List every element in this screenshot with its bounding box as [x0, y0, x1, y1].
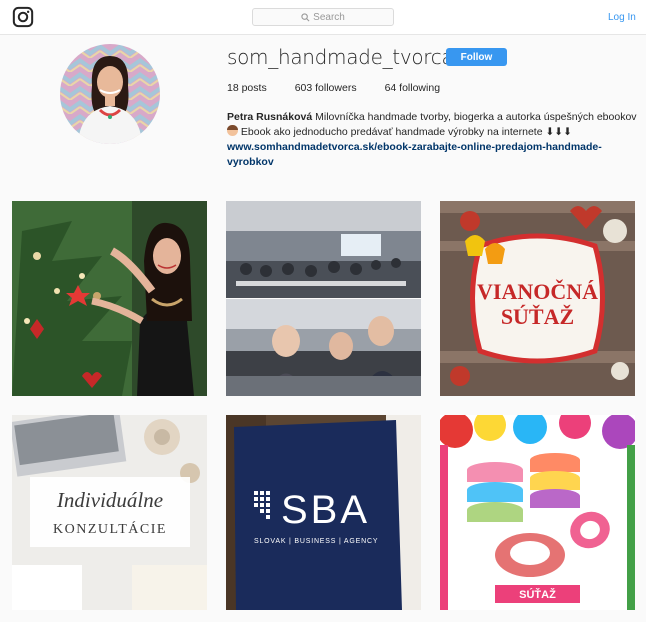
profile-username: som_handmade_tvorca	[227, 45, 454, 69]
woman-emoji-icon	[227, 125, 238, 136]
search-icon	[301, 12, 310, 21]
following-count[interactable]: 64 following	[385, 82, 440, 94]
post-thumbnail-sba[interactable]: SBA SLOVAK | BUSINESS | AGENCY	[226, 415, 421, 610]
website-link-line-1[interactable]: www.somhandmadetvorca.sk/ebook-zarabajte…	[227, 140, 637, 155]
post-thumbnail-consultations[interactable]: Individuálne KONZULTÁCIE	[12, 415, 207, 610]
christmas-contest-graphic: VIANOČNÁ SÚŤAŽ	[440, 201, 635, 396]
profile-stats: 18 posts 603 followers 64 following	[227, 82, 468, 94]
post-thumbnail-conference[interactable]	[226, 201, 421, 396]
website-link-line-2[interactable]: vyrobkov	[227, 155, 637, 170]
website-link[interactable]: www.somhandmadetvorca.sk/ebook-zarabajte…	[227, 140, 637, 170]
follow-button[interactable]: Follow	[446, 48, 507, 66]
bio-line-1: Milovníčka handmade tvorby, biogerka a a…	[312, 111, 637, 123]
search-placeholder: Search	[313, 11, 345, 23]
conference-photo	[226, 201, 421, 396]
followers-count[interactable]: 603 followers	[295, 82, 357, 94]
posts-count: 18 posts	[227, 82, 267, 94]
consultations-subtitle: KONZULTÁCIE	[53, 520, 167, 537]
consultations-title: Individuálne	[56, 488, 163, 512]
instagram-logo-icon[interactable]	[12, 6, 34, 28]
sba-subtitle: SLOVAK | BUSINESS | AGENCY	[254, 538, 378, 545]
search-input[interactable]: Search	[252, 8, 394, 26]
washi-contest-label: SÚŤAŽ	[519, 588, 556, 601]
post-thumbnail-washi-tape-contest[interactable]: SÚŤAŽ	[440, 415, 635, 610]
washi-tape-graphic: SÚŤAŽ	[440, 415, 635, 610]
contest-title-line-1: VIANOČNÁ	[477, 279, 598, 304]
top-navigation-bar: Search Log In	[0, 0, 646, 35]
contest-title-line-2: SÚŤAŽ	[501, 304, 574, 329]
post-thumbnail-christmas-contest[interactable]: VIANOČNÁ SÚŤAŽ	[440, 201, 635, 396]
consultations-graphic: Individuálne KONZULTÁCIE	[12, 415, 207, 610]
christmas-tree-photo	[12, 201, 207, 396]
profile-full-name: Petra Rusnáková	[227, 111, 313, 123]
profile-bio: Petra Rusnáková Milovníčka handmade tvor…	[227, 110, 637, 170]
bio-line-2: Ebook ako jednoducho predávať handmade v…	[238, 126, 572, 138]
post-thumbnail-christmas-tree[interactable]	[12, 201, 207, 396]
profile-avatar	[60, 44, 160, 144]
sba-sign-photo: SBA SLOVAK | BUSINESS | AGENCY	[226, 415, 421, 610]
sba-brand: SBA	[281, 488, 370, 532]
login-link[interactable]: Log In	[608, 12, 636, 23]
